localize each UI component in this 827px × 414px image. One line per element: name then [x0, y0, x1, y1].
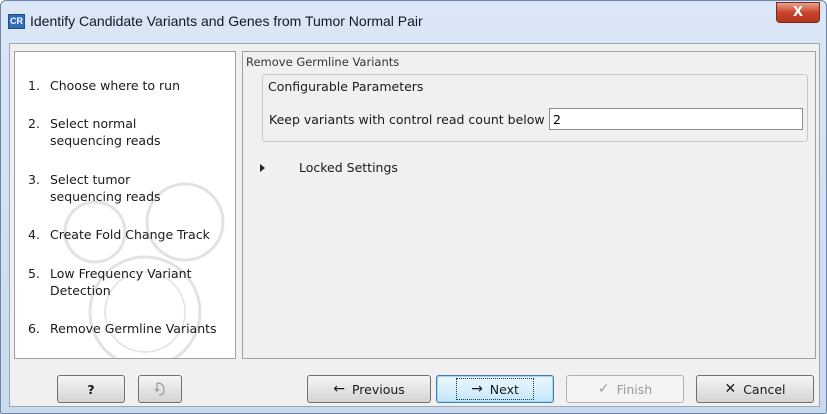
title-bar: CR Identify Candidate Variants and Genes… — [1, 1, 826, 41]
reset-button[interactable] — [138, 375, 182, 403]
step-5: 5. Low Frequency Variant Detection — [28, 265, 228, 299]
help-button[interactable]: ? — [57, 375, 125, 403]
panel-title: Remove Germline Variants — [246, 55, 400, 69]
expand-triangle-icon[interactable] — [260, 163, 265, 172]
next-button-inner[interactable]: → Next — [456, 378, 534, 400]
step-label: Low Frequency Variant Detection — [50, 266, 192, 298]
dialog-body: 1. Choose where to run 2. Select normal … — [9, 43, 820, 407]
arrow-right-icon: → — [471, 381, 483, 397]
step-number: 3. — [28, 172, 40, 187]
checkmark-icon: ✓ — [597, 381, 610, 397]
finish-button[interactable]: ✓ Finish — [566, 375, 684, 403]
group-title: Configurable Parameters — [268, 79, 424, 94]
window-title: Identify Candidate Variants and Genes fr… — [30, 13, 423, 29]
step-label: Select tumor sequencing reads — [50, 172, 161, 204]
control-read-count-label: Keep variants with control read count be… — [269, 112, 545, 127]
dialog-window: CR Identify Candidate Variants and Genes… — [0, 0, 827, 414]
step-1: 1. Choose where to run — [28, 77, 228, 94]
help-label: ? — [87, 381, 95, 397]
next-button[interactable]: → Next — [436, 375, 554, 403]
previous-button[interactable]: ← Previous — [307, 375, 431, 403]
configurable-parameters-group: Configurable Parameters Keep variants wi… — [262, 74, 808, 142]
step-label: Remove Germline Variants — [50, 321, 217, 336]
step-label: Choose where to run — [50, 78, 180, 93]
step-number: 4. — [28, 227, 40, 242]
step-number: 2. — [28, 116, 40, 131]
step-4: 4. Create Fold Change Track — [28, 226, 228, 243]
cancel-button[interactable]: ✕ Cancel — [696, 375, 814, 403]
cancel-label: Cancel — [743, 381, 786, 397]
reset-icon — [154, 382, 165, 396]
locked-settings-toggle[interactable]: Locked Settings — [260, 160, 398, 175]
finish-label: Finish — [616, 381, 653, 397]
step-label: Create Fold Change Track — [50, 227, 210, 242]
step-6-current: 6. Remove Germline Variants — [28, 320, 228, 337]
steps-panel: 1. Choose where to run 2. Select normal … — [14, 51, 236, 359]
app-icon: CR — [8, 14, 25, 29]
step-3: 3. Select tumor sequencing reads — [28, 171, 228, 205]
arrow-left-icon: ← — [333, 381, 345, 397]
step-number: 5. — [28, 266, 40, 281]
step-number: 6. — [28, 321, 40, 336]
x-icon: ✕ — [724, 381, 737, 397]
step-number: 1. — [28, 78, 40, 93]
previous-label: Previous — [351, 381, 405, 397]
control-read-count-input[interactable] — [549, 108, 803, 130]
step-2: 2. Select normal sequencing reads — [28, 115, 228, 149]
close-button[interactable]: X — [776, 2, 820, 23]
next-label: Next — [489, 381, 519, 397]
step-label: Select normal sequencing reads — [50, 116, 161, 148]
locked-settings-label: Locked Settings — [299, 160, 398, 175]
settings-panel: Remove Germline Variants Configurable Pa… — [242, 51, 816, 359]
